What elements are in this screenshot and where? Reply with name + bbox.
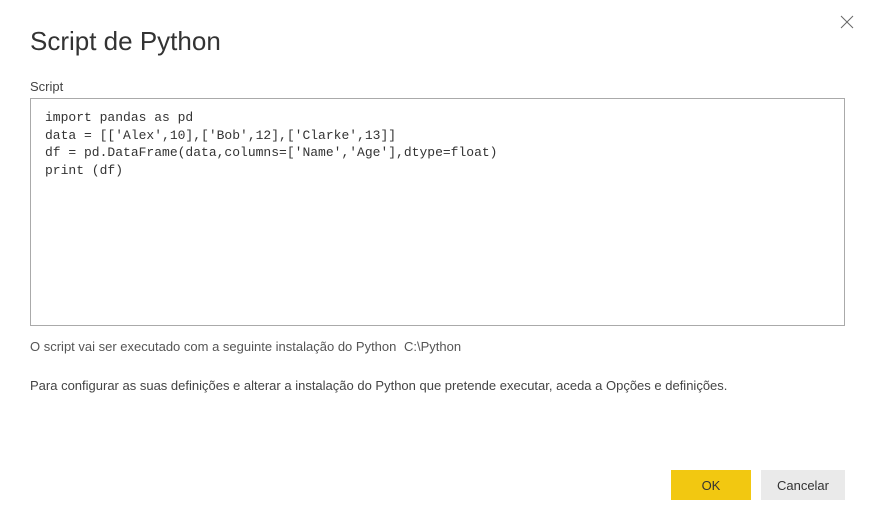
script-input[interactable] (30, 98, 845, 326)
install-info-text: O script vai ser executado com a seguint… (30, 339, 396, 354)
dialog-title: Script de Python (30, 26, 845, 57)
python-script-dialog: Script de Python Script O script vai ser… (0, 0, 875, 520)
close-icon (840, 15, 854, 34)
button-row: OK Cancelar (671, 470, 845, 500)
script-label: Script (30, 79, 845, 94)
install-path: C:\Python (404, 339, 461, 354)
ok-button[interactable]: OK (671, 470, 751, 500)
install-info: O script vai ser executado com a seguint… (30, 339, 845, 354)
close-button[interactable] (835, 12, 859, 36)
cancel-button[interactable]: Cancelar (761, 470, 845, 500)
settings-info: Para configurar as suas definições e alt… (30, 378, 845, 393)
